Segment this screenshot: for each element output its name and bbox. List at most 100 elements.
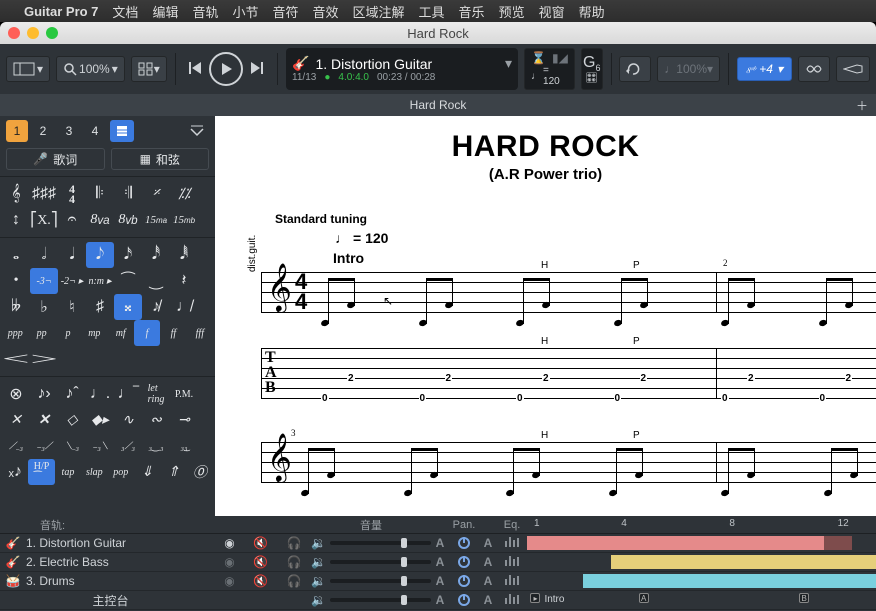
pan-knob[interactable] — [458, 575, 470, 587]
slide3-button[interactable]: ⟍₋₃ — [58, 433, 86, 459]
visibility-icon[interactable]: ◉ — [224, 555, 234, 569]
layout-button[interactable]: ▾ — [131, 56, 167, 82]
marker-b[interactable]: B — [799, 593, 809, 603]
sound-engine-button[interactable] — [798, 56, 830, 82]
pp-button[interactable]: pp — [28, 320, 54, 346]
slide7-button[interactable]: ₃͜₃ — [170, 433, 198, 459]
auto-toggle[interactable]: A — [479, 536, 497, 550]
ntuplet-button[interactable]: n:m ▸ — [86, 268, 114, 294]
clip[interactable] — [824, 536, 852, 550]
grace-note-button[interactable]: ♪̸ — [142, 294, 170, 320]
view-mode-button[interactable]: ▾ — [6, 56, 50, 82]
trill-button[interactable]: ∿ — [114, 407, 142, 433]
simile-2-button[interactable]: ⁒⁒ — [170, 181, 198, 207]
tie-button[interactable]: ⁀ — [114, 268, 142, 294]
mute-icon[interactable]: 🔇 — [253, 574, 268, 588]
menu-preview[interactable]: 预览 — [499, 2, 525, 21]
track-timeline[interactable] — [527, 553, 876, 571]
let-ring-button[interactable]: letring — [142, 381, 170, 407]
score-canvas[interactable]: HARD ROCK (A.R Power trio) Standard tuni… — [215, 116, 876, 516]
play-marker-icon[interactable]: ▸ — [530, 593, 540, 603]
mute-icon[interactable]: 🔇 — [253, 536, 268, 550]
menu-window[interactable]: 视窗 — [539, 2, 565, 21]
chords-button[interactable]: ▦和弦 — [111, 148, 210, 170]
metronome-panel[interactable]: ⌛ ▮◢ ♩ = 120 — [524, 48, 575, 90]
palette-design-button[interactable] — [110, 120, 134, 142]
tap-button[interactable]: tap — [55, 459, 81, 485]
slur-button[interactable]: ‿ — [142, 268, 170, 294]
menu-effects[interactable]: 音效 — [313, 2, 339, 21]
mute-icon[interactable]: 🔇 — [253, 555, 268, 569]
timeline-ruler[interactable]: 1 4 8 12 — [527, 516, 876, 533]
slide2-button[interactable]: ₋₃⟋ — [30, 433, 58, 459]
new-tab-button[interactable]: ＋ — [852, 95, 872, 115]
sixtyfourth-note-button[interactable]: 𝅘𝅥𝅱 — [170, 242, 198, 268]
skip-forward-button[interactable] — [245, 56, 269, 83]
rest-button[interactable]: 𝄽 — [170, 268, 198, 294]
fretboard-button[interactable] — [836, 56, 870, 82]
pan-knob[interactable] — [458, 594, 470, 606]
tab-fret[interactable]: 0 — [516, 393, 524, 404]
tab-fret[interactable]: 0 — [614, 393, 622, 404]
transport-strip[interactable]: ▸ Intro A B — [527, 591, 876, 609]
mp-button[interactable]: mp — [81, 320, 107, 346]
ff-button[interactable]: ff — [160, 320, 186, 346]
app-menu[interactable]: Guitar Pro 7 — [24, 4, 98, 19]
p-button[interactable]: p — [55, 320, 81, 346]
free-time-button[interactable]: ↕ — [2, 207, 30, 233]
auto-toggle[interactable]: A — [479, 593, 497, 607]
ottava-button[interactable]: 8va — [86, 207, 114, 233]
solo-headphones-icon[interactable]: 🎧 — [287, 574, 302, 588]
clip[interactable] — [527, 536, 824, 550]
fff-button[interactable]: fff — [187, 320, 213, 346]
eq-button[interactable] — [504, 555, 520, 569]
tab-fret[interactable]: 0 — [819, 393, 827, 404]
tenuto-button[interactable]: ♩‾ — [114, 381, 142, 407]
tab-fret[interactable]: 2 — [445, 373, 453, 384]
direction-button[interactable]: ⎡X.⎤ — [30, 207, 58, 233]
ppp-button[interactable]: ppp — [2, 320, 28, 346]
repeat-open-button[interactable]: 𝄆 — [86, 181, 114, 207]
transpose-button[interactable]: 𝄷 +4 ▾ — [737, 57, 792, 81]
palette-page-2[interactable]: 2 — [32, 120, 54, 142]
harmonic-button[interactable]: ◇ — [58, 407, 86, 433]
palette-page-1[interactable]: 1 — [6, 120, 28, 142]
palette-page-4[interactable]: 4 — [84, 120, 106, 142]
sharp-button[interactable]: ♯ — [86, 294, 114, 320]
decrescendo-button[interactable]: 𝆓 — [30, 346, 58, 372]
thirtysecond-note-button[interactable]: 𝅘𝅥𝅰 — [142, 242, 170, 268]
auto-toggle[interactable]: A — [431, 574, 449, 588]
current-track-display[interactable]: 🎸 1. Distortion Guitar ▾ 11/13 ●4.0:4.0 … — [286, 48, 518, 90]
brush-down-button[interactable]: ⇓ — [134, 459, 160, 485]
track-row[interactable]: 🎸1. Distortion Guitar◉🔇🎧🔉AA — [0, 534, 876, 553]
palm-mute-button[interactable]: P.M. — [170, 381, 198, 407]
tab-fret[interactable]: 2 — [845, 373, 853, 384]
eq-button[interactable] — [504, 574, 520, 588]
tab-fret[interactable]: 0 — [419, 393, 427, 404]
zoom-control[interactable]: 100%▾ — [56, 56, 125, 82]
f-button[interactable]: f — [134, 320, 160, 346]
sixteenth-note-button[interactable]: 𝅘𝅥𝅯 — [114, 242, 142, 268]
key-sig-button[interactable]: ♯♯♯ — [30, 181, 58, 207]
marker-a[interactable]: A — [639, 593, 649, 603]
document-tab[interactable]: Hard Rock — [410, 98, 467, 112]
flat-button[interactable]: ♭ — [30, 294, 58, 320]
menu-track[interactable]: 音轨 — [192, 2, 218, 21]
solo-headphones-icon[interactable]: 🎧 — [287, 555, 302, 569]
auto-toggle[interactable]: A — [479, 555, 497, 569]
track-timeline[interactable] — [527, 534, 876, 552]
window-minimize-button[interactable] — [27, 27, 39, 39]
tab-fret[interactable]: 0 — [721, 393, 729, 404]
x-note-button[interactable]: ✕ — [2, 407, 30, 433]
visibility-icon[interactable]: ◉ — [224, 574, 234, 588]
repeat-close-button[interactable]: 𝄇 — [114, 181, 142, 207]
time-sig-button[interactable]: 44 — [58, 181, 86, 207]
quarter-note-button[interactable]: 𝅘𝅥 — [58, 242, 86, 268]
heavy-accent-button[interactable]: ♪ˆ — [58, 381, 86, 407]
speed-trainer[interactable]: ♩ 100% ▾ — [657, 56, 720, 82]
play-button[interactable] — [209, 52, 243, 86]
tab-fret[interactable]: 2 — [347, 373, 355, 384]
slap-button[interactable]: slap — [81, 459, 107, 485]
tuplet-custom-button[interactable]: -2¬ ▸ — [58, 268, 86, 294]
skip-back-button[interactable] — [183, 56, 207, 83]
